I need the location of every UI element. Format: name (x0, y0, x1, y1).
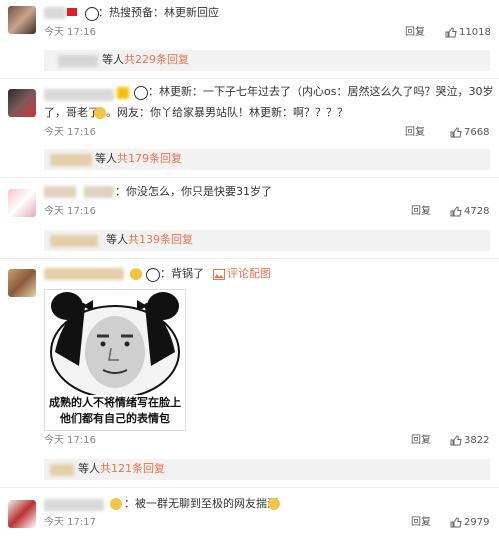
reply-summary-suffix: 等人 (78, 462, 100, 475)
reply-button[interactable]: 回复 (411, 205, 431, 219)
reply-button[interactable]: 回复 (405, 126, 425, 140)
panda-emoji-icon (85, 7, 99, 21)
comment-time: 今天 17:16 (44, 127, 96, 138)
sub-replies-bar[interactable]: 等人 共121条回复 (44, 459, 490, 480)
meme-caption-line-2: 他们都有自己的表情包 (60, 412, 170, 425)
comment-text: ：背锅了 (160, 267, 204, 280)
badge-redacted (117, 87, 129, 99)
reply-count-link[interactable]: 共139条回复 (128, 233, 193, 247)
reply-user-redacted (58, 55, 98, 67)
thinking-emoji-icon (268, 498, 280, 510)
username-redacted[interactable] (44, 89, 114, 101)
avatar[interactable] (8, 189, 36, 217)
divider (0, 487, 499, 488)
crying-emoji-icon (94, 107, 106, 119)
avatar[interactable] (8, 269, 36, 297)
username-redacted[interactable] (44, 186, 76, 198)
reply-count-link[interactable]: 共121条回复 (100, 462, 165, 476)
avatar[interactable] (8, 500, 36, 528)
reply-summary-suffix: 等人 (106, 233, 128, 246)
like-count: 3822 (464, 435, 490, 446)
meme-caption-line-1: 成熟的人不将情绪写在脸上 (49, 396, 181, 409)
comment-time: 今天 17:16 (44, 206, 96, 217)
vip-emoji-icon (110, 498, 122, 510)
comment-time: 今天 17:16 (44, 27, 96, 38)
reply-count-link[interactable]: 共229条回复 (124, 53, 189, 67)
comment-time: 今天 17:17 (44, 517, 96, 528)
reply-user-redacted (50, 464, 74, 476)
avatar[interactable] (8, 89, 36, 117)
panda-emoji-icon (134, 86, 148, 100)
divider (0, 78, 499, 79)
username-redacted[interactable] (44, 499, 104, 511)
username-redacted-2 (84, 186, 114, 198)
reply-button[interactable]: 回复 (405, 26, 425, 40)
reply-button[interactable]: 回复 (411, 434, 431, 448)
username-redacted[interactable] (44, 7, 66, 19)
reply-user-redacted (50, 235, 98, 247)
heart-emoji-icon (130, 268, 142, 280)
comment-text: ：热搜预备：林更新回应 (98, 6, 219, 19)
comment-meme-image[interactable]: 成熟的人不将情绪写在脸上 他们都有自己的表情包 (44, 289, 186, 431)
reply-button[interactable]: 回复 (411, 516, 431, 530)
reply-summary-suffix: 等人 (95, 152, 117, 165)
comment-text-line-2: 了，哥老了 (44, 106, 99, 119)
comment-time: 今天 17:16 (44, 435, 96, 446)
like-count: 4728 (464, 206, 490, 217)
panda-face-illustration (50, 292, 180, 399)
thumbs-up-icon[interactable] (450, 517, 462, 528)
sub-replies-bar[interactable]: 等人 共229条回复 (44, 50, 490, 71)
username-redacted[interactable] (44, 268, 124, 280)
comment-text-line-2b: 。网友：你丫给家暴男站队！林更新：啊？？？？ (106, 106, 348, 119)
divider (0, 258, 499, 259)
comment-text: ：你没怎么，你只是快要31岁了 (115, 185, 272, 198)
comment-text: ：被一群无聊到至极的网友揣测 (124, 497, 278, 510)
reply-count-link[interactable]: 共179条回复 (117, 152, 182, 166)
thumbs-up-icon[interactable] (450, 127, 462, 138)
like-count: 7668 (464, 127, 490, 138)
reply-user-redacted (50, 154, 92, 166)
comment-image-link[interactable]: 评论配图 (227, 267, 271, 281)
like-count: 2979 (464, 517, 490, 528)
panda-emoji-icon (146, 268, 160, 282)
image-icon (213, 269, 225, 280)
comment-text-line-1: ：林更新：一下子七年过去了（内心os：居然这么久了吗？哭泣，30岁 (148, 85, 494, 98)
sub-replies-bar[interactable]: 等人 共139条回复 (44, 230, 490, 251)
thumbs-up-icon[interactable] (450, 435, 462, 446)
badge-icon (67, 8, 77, 16)
like-count: 11018 (459, 27, 491, 38)
divider (0, 177, 499, 178)
reply-summary-suffix: 等人 (102, 53, 124, 66)
thumbs-up-icon[interactable] (445, 27, 457, 38)
thumbs-up-icon[interactable] (450, 206, 462, 217)
avatar[interactable] (8, 6, 36, 34)
sub-replies-bar[interactable]: 等人 共179条回复 (44, 149, 490, 170)
